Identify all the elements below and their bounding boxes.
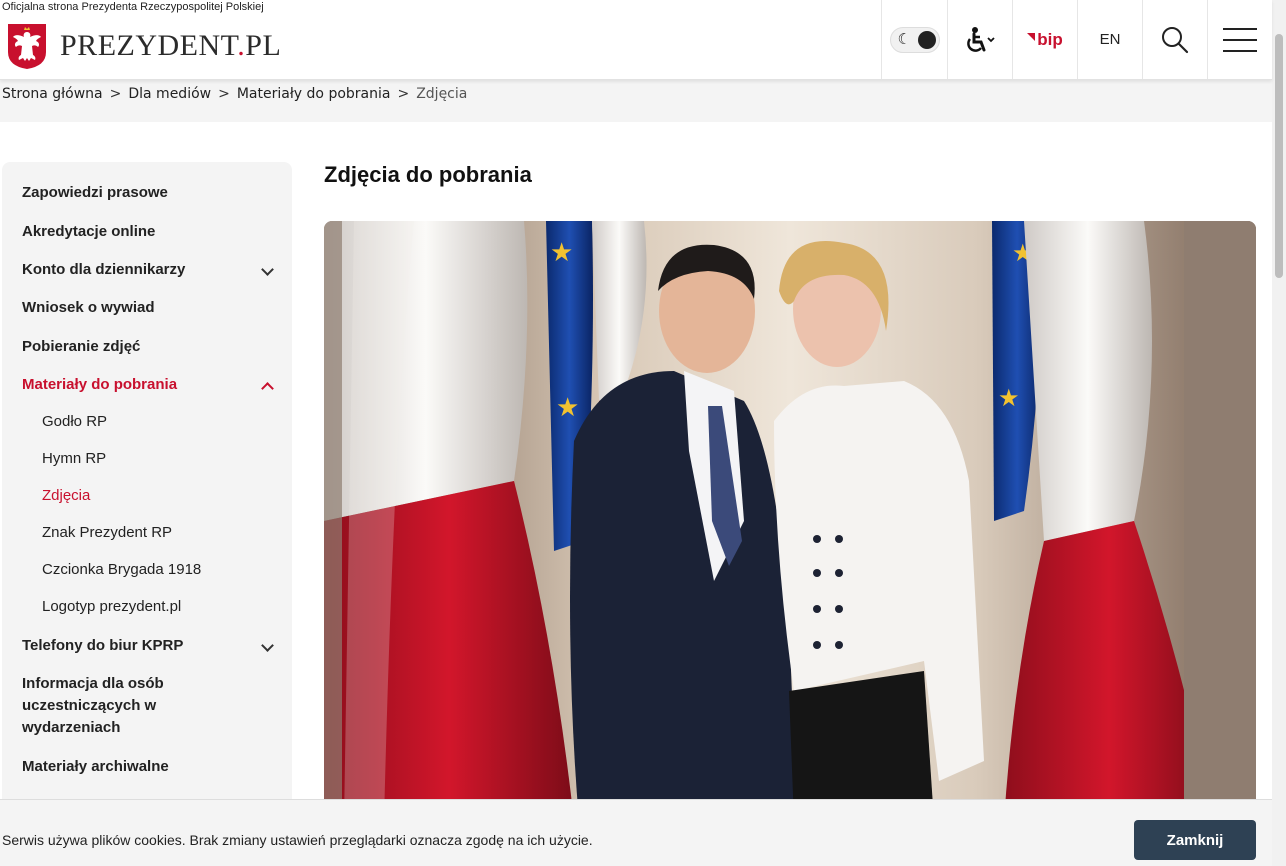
breadcrumb: Strona główna > Dla mediów > Materiały d…: [2, 86, 467, 102]
site-logo-link[interactable]: PREZYDENT.PL: [6, 22, 281, 70]
search-button[interactable]: [1142, 0, 1207, 79]
sidebar-item-label: Materiały do pobrania: [22, 376, 178, 393]
breadcrumb-media[interactable]: Dla mediów: [128, 86, 211, 102]
chevron-down-icon[interactable]: [261, 263, 274, 276]
language-label: EN: [1099, 31, 1121, 48]
sidebar-item-photo-download[interactable]: Pobieranie zdjęć: [22, 336, 272, 358]
sidebar-item-interview-request[interactable]: Wniosek o wywiad: [22, 297, 272, 319]
chevron-up-icon[interactable]: [261, 382, 274, 395]
sidebar-item-online-accreditation[interactable]: Akredytacje online: [22, 221, 272, 243]
breadcrumb-separator: >: [218, 86, 230, 102]
header-tools: ☾ bip EN: [881, 0, 1272, 79]
chevron-down-icon[interactable]: [261, 639, 274, 652]
portrait-image: ★ ★ ★ ★: [324, 221, 1256, 821]
sidebar-item-archive-materials[interactable]: Materiały archiwalne: [22, 756, 272, 778]
dark-mode-toggle[interactable]: ☾: [889, 26, 940, 53]
sidebar-item-event-participants-info[interactable]: Informacja dla osób uczestniczących w wy…: [22, 673, 202, 739]
cookie-message: Serwis używa plików cookies. Brak zmiany…: [2, 832, 593, 848]
site-header: Oficjalna strona Prezydenta Rzeczypospol…: [0, 0, 1272, 80]
sidebar-item-download-materials[interactable]: Materiały do pobrania: [22, 374, 274, 396]
hamburger-menu-icon: [1223, 27, 1257, 52]
sidebar-item-journalist-account[interactable]: Konto dla dziennikarzy: [22, 259, 274, 281]
language-switch-button[interactable]: EN: [1077, 0, 1142, 79]
sidebar-subitem-emblem[interactable]: Godło RP: [42, 413, 107, 430]
breadcrumb-current: Zdjęcia: [416, 86, 468, 102]
search-icon: [1162, 26, 1189, 53]
brand-name: PREZYDENT: [60, 29, 238, 62]
sidebar-subitem-president-sign[interactable]: Znak Prezydent RP: [42, 524, 172, 541]
breadcrumb-separator: >: [397, 86, 410, 102]
polish-eagle-emblem-icon: [8, 24, 46, 69]
menu-button[interactable]: [1207, 0, 1272, 79]
sidebar-subitem-logotype[interactable]: Logotyp prezydent.pl: [42, 598, 181, 615]
site-tagline: Oficjalna strona Prezydenta Rzeczypospol…: [2, 1, 264, 13]
breadcrumb-bar: Strona główna > Dla mediów > Materiały d…: [0, 80, 1272, 122]
bip-logo: bip: [1027, 30, 1063, 50]
sidebar-subitem-photos[interactable]: Zdjęcia: [42, 487, 90, 504]
accessibility-icon: [967, 26, 995, 52]
sidebar-item-press-announcements[interactable]: Zapowiedzi prasowe: [22, 182, 272, 204]
theme-toggle-button[interactable]: ☾: [881, 0, 947, 79]
accessibility-button[interactable]: [947, 0, 1012, 79]
breadcrumb-separator: >: [109, 86, 122, 102]
breadcrumb-home[interactable]: Strona główna: [2, 86, 103, 102]
svg-text:★: ★: [550, 237, 573, 267]
bip-triangle-icon: [1027, 32, 1036, 41]
chevron-down-icon: [987, 36, 995, 42]
scrollbar-thumb[interactable]: [1275, 34, 1283, 278]
close-cookie-button[interactable]: Zamknij: [1134, 820, 1256, 860]
page-scrollbar[interactable]: [1272, 0, 1286, 866]
bip-label: bip: [1037, 29, 1063, 49]
sidebar-nav: Zapowiedzi prasowe Akredytacje online Ko…: [2, 162, 292, 862]
cookie-banner: Serwis używa plików cookies. Brak zmiany…: [0, 799, 1272, 866]
svg-text:★: ★: [556, 392, 579, 422]
toggle-knob: [917, 30, 936, 49]
sidebar-item-label: Telefony do biur KPRP: [22, 637, 184, 654]
sidebar-item-label: Konto dla dziennikarzy: [22, 261, 186, 278]
moon-icon: ☾: [897, 30, 911, 48]
svg-text:★: ★: [998, 385, 1020, 412]
sidebar-item-kprp-phones[interactable]: Telefony do biur KPRP: [22, 635, 274, 657]
brand-wordmark: PREZYDENT.PL: [60, 29, 281, 63]
sidebar-subitem-font[interactable]: Czcionka Brygada 1918: [42, 561, 201, 578]
sidebar-subitem-anthem[interactable]: Hymn RP: [42, 450, 106, 467]
bip-link[interactable]: bip: [1012, 0, 1077, 79]
page-title: Zdjęcia do pobrania: [324, 162, 532, 187]
brand-tld: PL: [245, 29, 282, 62]
official-portrait-photo[interactable]: ★ ★ ★ ★: [324, 221, 1256, 821]
breadcrumb-downloads[interactable]: Materiały do pobrania: [237, 86, 391, 102]
